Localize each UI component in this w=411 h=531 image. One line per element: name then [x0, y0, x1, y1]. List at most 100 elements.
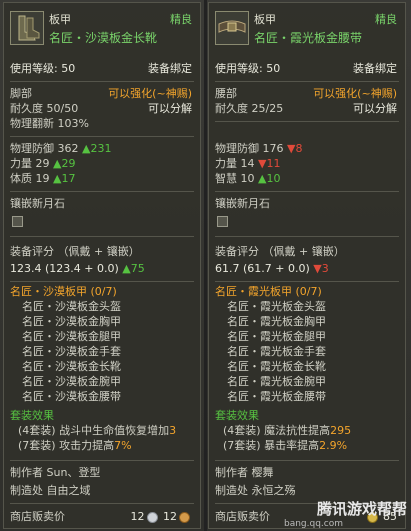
set-item: 名匠・沙漠板金手套: [22, 345, 121, 358]
stat-row: 物理防御 176 ▼8: [215, 142, 302, 156]
belt-icon: [215, 11, 249, 45]
made-at: 制造处 永恒之殇: [215, 484, 296, 497]
socket-slot-icon: [12, 216, 23, 227]
set-effect-text: (7套装) 暴击率提高: [223, 439, 320, 452]
separator: [215, 191, 399, 192]
separator: [215, 236, 399, 237]
set-item: 名匠・霞光板金腕甲: [227, 375, 326, 388]
set-effect-text: (7套装) 攻击力提高: [18, 439, 115, 452]
decompose-label: 可以分解: [353, 102, 397, 115]
boots-icon: [10, 11, 44, 45]
item-type: 板甲: [49, 13, 71, 26]
socket-label: 镶嵌新月石: [215, 197, 270, 210]
stat-value: 10: [240, 172, 255, 185]
separator: [215, 121, 399, 122]
slot-label: 脚部: [10, 87, 32, 100]
stat-delta: ▼8: [287, 142, 303, 155]
made-at: 制造处 自由之域: [10, 484, 91, 497]
separator: [215, 460, 399, 461]
separator: [215, 281, 399, 282]
set-effect: (4套装) 魔法抗性提高295: [223, 424, 351, 438]
maker: 制作者 Sun、登型: [10, 466, 101, 479]
set-item: 名匠・沙漠板金长靴: [22, 360, 121, 373]
quality-label: 精良: [375, 13, 397, 26]
set-item: 名匠・沙漠板金腿甲: [22, 330, 121, 343]
set-effect: (4套装) 战斗中生命值恢复增加3: [18, 424, 176, 438]
rating-value: 61.7 (61.7 + 0.0): [215, 262, 310, 275]
stat-delta: ▼11: [258, 157, 281, 170]
separator: [10, 503, 194, 504]
enhance-label: 可以强化(~神赐): [108, 87, 192, 100]
item-tooltip-right: 板甲 名匠・霞光板金腰带 精良 使用等级: 50 装备绑定 腰部 可以强化(~神…: [208, 2, 406, 529]
bind-status: 装备绑定: [353, 62, 397, 75]
set-item: 名匠・沙漠板金腰带: [22, 390, 121, 403]
set-effect: (7套装) 暴击率提高2.9%: [223, 439, 347, 453]
use-level: 使用等级: 50: [10, 62, 76, 75]
stat-delta: ▲17: [53, 172, 76, 185]
stat-row: 力量 29 ▲29: [10, 157, 75, 171]
rating-label: 装备评分 （佩戴 + 镶嵌）: [10, 245, 140, 258]
set-effect-text: (4套装) 战斗中生命值恢复增加: [18, 424, 170, 437]
stat-value: 362: [57, 142, 79, 155]
stat-value: 19: [35, 172, 50, 185]
item-name: 名匠・沙漠板金长靴: [49, 31, 158, 45]
watermark-logo: 腾讯游戏帮帮: [316, 500, 407, 518]
quality-label: 精良: [170, 13, 192, 26]
set-effect: (7套装) 攻击力提高7%: [18, 439, 132, 453]
socket-slot-icon: [217, 216, 228, 227]
set-item: 名匠・霞光板金腰带: [227, 390, 326, 403]
refine-label: 物理翻新 103%: [10, 117, 89, 130]
item-type: 板甲: [254, 13, 276, 26]
rating-delta: ▲75: [122, 262, 145, 275]
stat-label: 体质: [10, 172, 32, 185]
set-item: 名匠・霞光板金腿甲: [227, 330, 326, 343]
rating-row: 123.4 (123.4 + 0.0) ▲75: [10, 262, 145, 276]
set-effect-title: 套装效果: [10, 409, 54, 422]
stat-value: 176: [262, 142, 284, 155]
stat-delta: ▲10: [258, 172, 281, 185]
set-item: 名匠・霞光板金长靴: [227, 360, 326, 373]
shop-price-label: 商店贩卖价: [10, 510, 65, 523]
shop-price: 12 12: [131, 510, 193, 524]
set-item: 名匠・沙漠板金头盔: [22, 300, 121, 313]
item-name: 名匠・霞光板金腰带: [254, 31, 363, 45]
shop-price-label: 商店贩卖价: [215, 510, 270, 523]
tooltip-header: 板甲 名匠・沙漠板金长靴 精良: [4, 3, 200, 55]
watermark-url: bang.qq.com: [283, 519, 343, 529]
stat-value: 29: [35, 157, 50, 170]
decompose-label: 可以分解: [148, 102, 192, 115]
copper-coin-icon: [179, 511, 190, 523]
silver-coin-icon: [146, 511, 158, 523]
use-level: 使用等级: 50: [215, 62, 281, 75]
stat-label: 智慧: [215, 172, 237, 185]
set-effect-text: (4套装) 魔法抗性提高: [223, 424, 331, 437]
set-item: 名匠・霞光板金胸甲: [227, 315, 326, 328]
stat-row: 体质 19 ▲17: [10, 172, 75, 186]
tooltip-header: 板甲 名匠・霞光板金腰带 精良: [209, 3, 405, 55]
durability: 耐久度 25/25: [215, 102, 284, 115]
rating-label: 装备评分 （佩戴 + 镶嵌）: [215, 245, 345, 258]
separator: [215, 81, 399, 82]
separator: [10, 281, 194, 282]
set-item: 名匠・沙漠板金腕甲: [22, 375, 121, 388]
set-item: 名匠・霞光板金头盔: [227, 300, 326, 313]
separator: [10, 136, 194, 137]
set-effect-value: 7%: [114, 439, 132, 452]
stat-delta: ▲231: [82, 142, 112, 155]
item-tooltip-left: 板甲 名匠・沙漠板金长靴 精良 使用等级: 50 装备绑定 脚部 可以强化(~神…: [3, 2, 201, 529]
rating-value: 123.4 (123.4 + 0.0): [10, 262, 119, 275]
stat-value: 14: [240, 157, 255, 170]
maker: 制作者 樱舞: [215, 466, 274, 479]
panel-divider: [204, 0, 207, 531]
set-effect-title: 套装效果: [215, 409, 259, 422]
socket-label: 镶嵌新月石: [10, 197, 65, 210]
stat-label: 物理防御: [10, 142, 54, 155]
rating-row: 61.7 (61.7 + 0.0) ▼3: [215, 262, 329, 276]
stat-row: 智慧 10 ▲10: [215, 172, 280, 186]
set-effect-value: 2.9%: [319, 439, 348, 452]
set-item: 名匠・霞光板金手套: [227, 345, 326, 358]
separator: [10, 236, 194, 237]
set-name: 名匠・沙漠板甲 (0/7): [10, 285, 117, 298]
stat-label: 物理防御: [215, 142, 259, 155]
separator: [10, 81, 194, 82]
